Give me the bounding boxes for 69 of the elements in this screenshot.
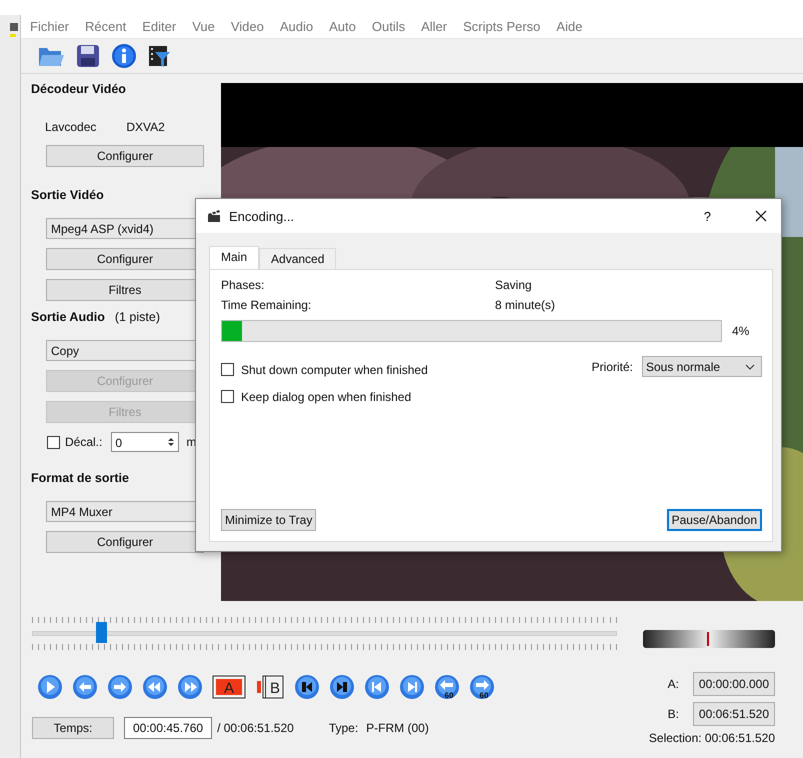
shift-spinbox[interactable]: 0 — [111, 432, 180, 452]
menu-item[interactable]: Scripts Perso — [463, 19, 540, 34]
menu-item[interactable]: Outils — [372, 19, 406, 34]
timeline-slider[interactable] — [32, 617, 617, 650]
progress-percent: 4% — [732, 324, 750, 338]
menu-item[interactable]: Audio — [280, 19, 314, 34]
tab[interactable]: Main — [209, 246, 260, 269]
checkbox[interactable] — [47, 436, 60, 448]
chevron-down-icon — [745, 364, 755, 370]
frame-type-value: P-FRM (00) — [366, 721, 429, 735]
time-field[interactable]: 00:00:45.760 — [124, 717, 212, 739]
time-button[interactable]: Temps: — [32, 717, 114, 739]
help-button[interactable]: ? — [704, 208, 711, 224]
configure-button[interactable]: Configurer — [46, 145, 204, 167]
tab[interactable]: Advanced — [259, 248, 336, 269]
close-icon[interactable] — [755, 210, 767, 222]
priority-label: Priorité: — [592, 360, 633, 374]
clapperboard-icon — [207, 209, 221, 223]
priority-dropdown[interactable]: Sous normale — [642, 356, 762, 377]
menu-item[interactable]: Fichier — [30, 19, 70, 34]
end-marker-icon[interactable] — [329, 674, 355, 700]
film-filter-icon[interactable] — [147, 44, 171, 68]
menu-item[interactable]: Aller — [421, 19, 448, 34]
frame-type-label: Type: — [328, 721, 358, 735]
section-title: Sortie Audio — [31, 310, 105, 326]
forward-60-icon[interactable]: 60 — [469, 674, 495, 700]
menu-item[interactable]: Aide — [556, 19, 582, 34]
menu-item[interactable]: Vue — [192, 19, 215, 34]
marker-a-field: 00:00:00.000 — [692, 672, 775, 696]
info-icon[interactable] — [111, 43, 137, 69]
start-marker-icon[interactable] — [294, 674, 320, 700]
selection-text: Selection: 00:06:51.520 — [648, 731, 775, 745]
first-frame-icon[interactable] — [364, 674, 390, 700]
track-count: (1 piste) — [114, 310, 160, 326]
decoder-name: Lavcodec — [45, 120, 96, 134]
remaining-label: Time Remaining: — [221, 298, 312, 314]
configure-button[interactable]: Configurer — [46, 531, 204, 553]
menu-item[interactable]: Récent — [85, 19, 126, 34]
rewind-icon[interactable] — [142, 674, 168, 700]
back-60-icon[interactable]: 60 — [434, 674, 460, 700]
marker-a-icon[interactable]: A — [212, 675, 246, 699]
checkbox[interactable] — [221, 363, 234, 376]
menu-item[interactable]: Video — [230, 19, 264, 34]
phase-label: Phases: — [221, 278, 266, 294]
menu-item[interactable]: Auto — [329, 19, 356, 34]
marker-b-label: B: — [668, 707, 679, 721]
last-frame-icon[interactable] — [399, 674, 425, 700]
dialog-button[interactable]: Pause/Abandon — [666, 509, 762, 531]
decoder-acceleration: DXVA2 — [126, 120, 165, 134]
section-title: Sortie Vidéo — [31, 188, 105, 204]
dialog-button[interactable]: Minimize to Tray — [221, 509, 316, 531]
shift-label: Décal.: — [65, 435, 102, 449]
phase-value: Saving — [495, 278, 532, 294]
marker-b-field: 00:06:51.520 — [692, 702, 775, 726]
play-icon[interactable] — [37, 674, 63, 700]
section-title: Décodeur Vidéo — [31, 82, 127, 98]
fast-forward-icon[interactable] — [177, 674, 203, 700]
dialog-title: Encoding... — [229, 208, 296, 224]
checkbox-label: Shut down computer when finished — [241, 362, 428, 376]
duration-text: / 00:06:51.520 — [217, 721, 294, 735]
menu-item[interactable]: Editer — [142, 19, 176, 34]
spin-arrows-icon[interactable] — [166, 435, 176, 449]
marker-a-label: A: — [668, 677, 679, 691]
jog-wheel[interactable] — [643, 630, 775, 648]
section-title: Format de sortie — [31, 471, 130, 487]
remaining-value: 8 minute(s) — [495, 298, 556, 314]
checkbox-label: Keep dialog open when finished — [241, 390, 412, 404]
checkbox[interactable] — [221, 390, 234, 403]
slider-thumb[interactable] — [96, 622, 107, 643]
